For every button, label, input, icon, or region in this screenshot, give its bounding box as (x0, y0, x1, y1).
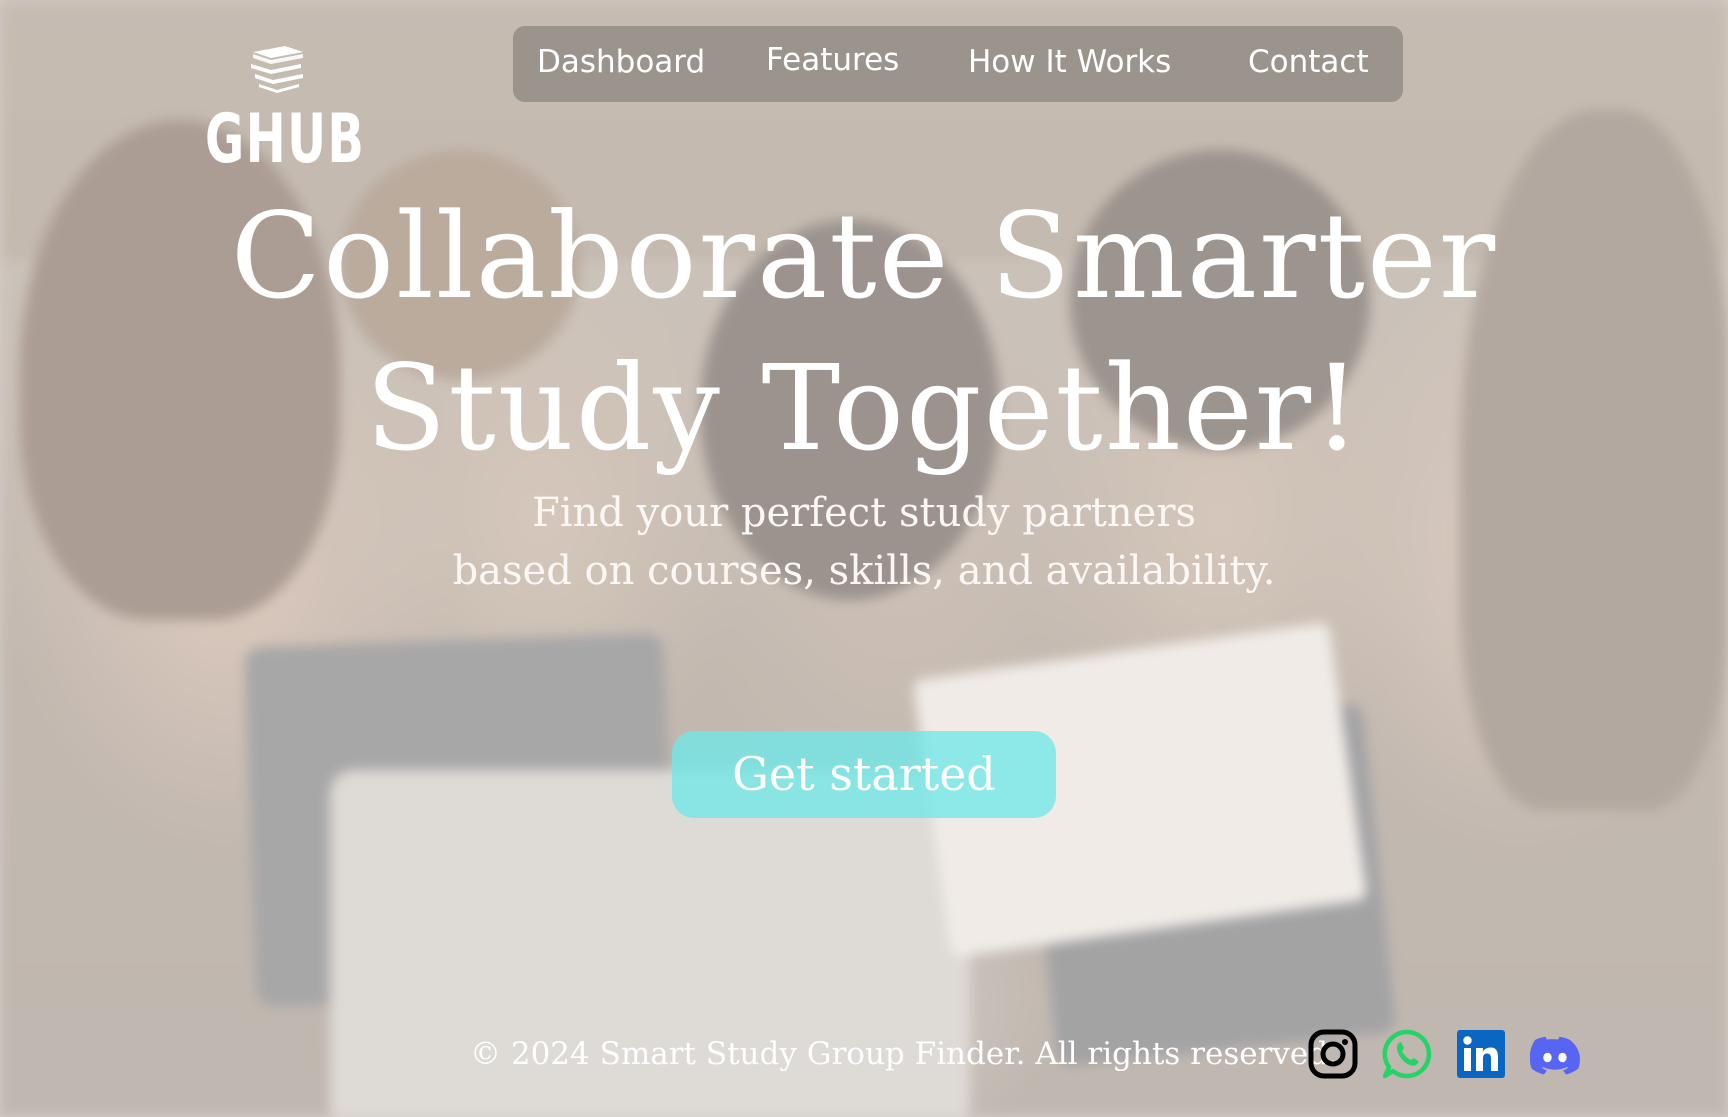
brand-name: GHUB (205, 100, 366, 179)
linkedin-icon[interactable] (1456, 1029, 1506, 1079)
hero-subtitle-line1: Find your perfect study partners (532, 490, 1196, 536)
discord-icon[interactable] (1530, 1029, 1580, 1079)
nav-link-how-it-works[interactable]: How It Works (968, 26, 1171, 102)
instagram-icon[interactable] (1308, 1029, 1358, 1079)
hero-subtitle-line2: based on courses, skills, and availabili… (452, 548, 1276, 594)
top-nav: Dashboard Features How It Works Contact (513, 26, 1403, 102)
brand-logo[interactable]: GHUB (205, 44, 366, 179)
hero-title-line2: Study Together! (365, 339, 1363, 477)
get-started-button[interactable]: Get started (672, 731, 1056, 818)
hero-title-line1: Collaborate Smarter (230, 187, 1498, 325)
stacked-books-icon (251, 46, 303, 93)
nav-link-dashboard[interactable]: Dashboard (537, 26, 705, 102)
whatsapp-icon[interactable] (1382, 1029, 1432, 1079)
copyright-text: © 2024 Smart Study Group Finder. All rig… (470, 1036, 1338, 1072)
nav-link-features[interactable]: Features (766, 24, 899, 100)
nav-link-contact[interactable]: Contact (1248, 26, 1369, 102)
